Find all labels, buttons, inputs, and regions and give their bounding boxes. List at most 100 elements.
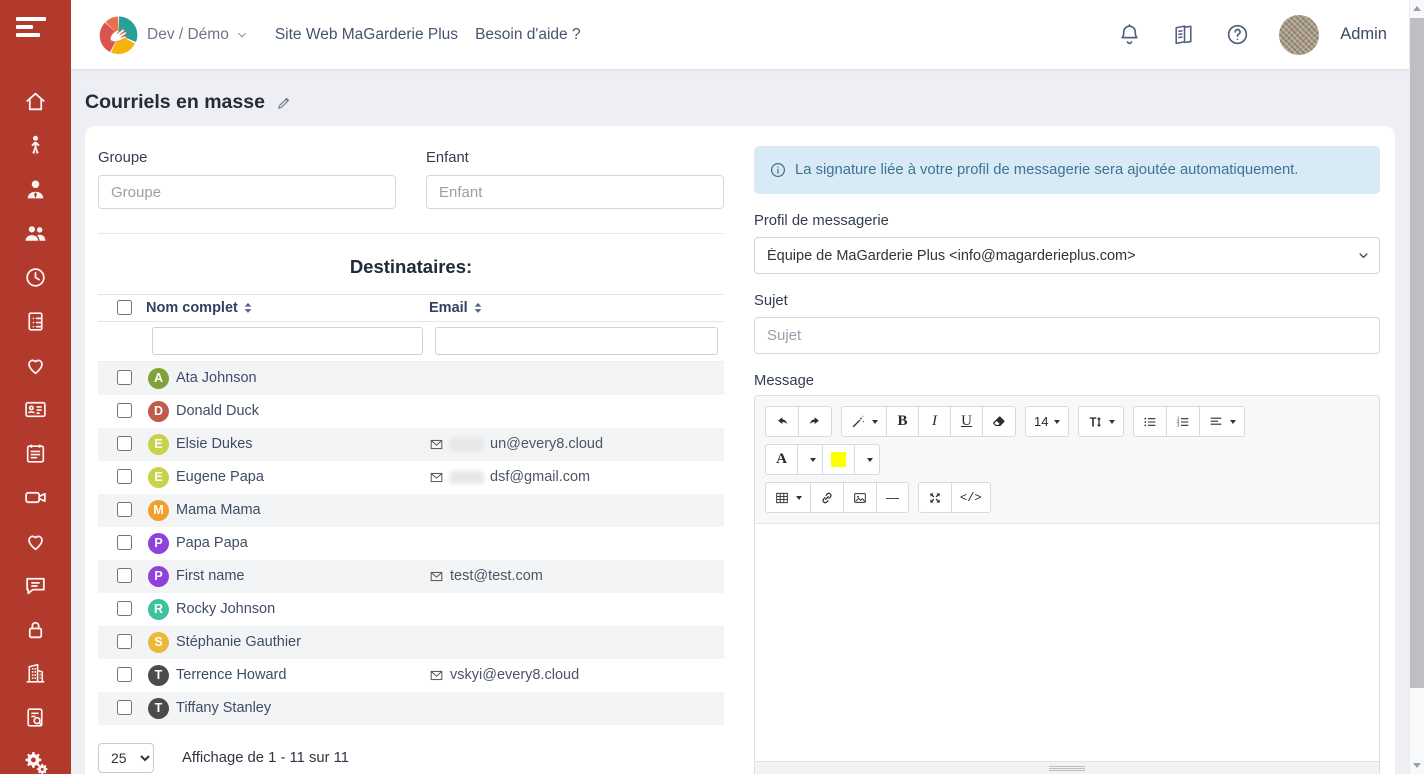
recipient-checkbox[interactable] [117, 568, 132, 583]
recipient-name: Stéphanie Gauthier [176, 634, 301, 650]
chevron-down-icon [235, 28, 249, 42]
sidebar-item-heart-2[interactable] [0, 519, 71, 563]
toolbar-group: — [765, 482, 909, 513]
recipient-checkbox[interactable] [117, 634, 132, 649]
horizontal-rule-button[interactable]: — [876, 482, 909, 513]
unordered-list-button[interactable] [1133, 406, 1167, 437]
sidebar-item-clipboard[interactable] [0, 431, 71, 475]
recipient-checkbox[interactable] [117, 502, 132, 517]
divider [98, 233, 724, 234]
sidebar-item-gears[interactable] [0, 739, 71, 774]
avatar: E [148, 467, 169, 488]
menu-icon [16, 17, 46, 21]
info-alert-text: La signature liée à votre profil de mess… [795, 162, 1298, 178]
highlight-color-button[interactable] [822, 444, 855, 475]
italic-button[interactable]: I [918, 406, 951, 437]
undo-button[interactable] [765, 406, 799, 437]
table-row: TTiffany Stanley [98, 692, 724, 725]
sidebar-item-building[interactable] [0, 651, 71, 695]
recipient-checkbox[interactable] [117, 469, 132, 484]
nav-link-help[interactable]: Besoin d'aide ? [475, 26, 581, 44]
sidebar-item-users[interactable] [0, 211, 71, 255]
notifications-bell-icon[interactable] [1117, 22, 1142, 47]
fullscreen-button[interactable] [918, 482, 952, 513]
scroll-up-arrow[interactable] [1410, 1, 1424, 16]
font-color-caret-button[interactable] [797, 444, 823, 475]
group-input[interactable] [98, 175, 396, 209]
environment-selector[interactable]: Dev / Démo [147, 26, 249, 44]
news-icon[interactable] [1171, 22, 1196, 47]
recipient-checkbox[interactable] [117, 667, 132, 682]
recipient-checkbox[interactable] [117, 403, 132, 418]
recipient-checkbox[interactable] [117, 370, 132, 385]
select-all-checkbox[interactable] [117, 300, 132, 315]
page-size-select[interactable]: 25 [98, 743, 154, 773]
user-avatar[interactable] [1279, 15, 1319, 55]
sidebar-item-home[interactable] [0, 79, 71, 123]
sidebar-item-report[interactable] [0, 695, 71, 739]
sidebar-item-person-tie[interactable] [0, 167, 71, 211]
page-title: Courriels en masse [85, 91, 265, 114]
magic-icon [850, 414, 866, 430]
email-filter-input[interactable] [435, 327, 718, 355]
highlight-color-caret-button[interactable] [854, 444, 880, 475]
sidebar-item-invoice[interactable] [0, 299, 71, 343]
avatar: E [148, 434, 169, 455]
profile-select[interactable]: Équipe de MaGarderie Plus <info@magarder… [754, 237, 1380, 274]
insert-table-button[interactable] [765, 482, 811, 513]
idcard-icon [23, 397, 48, 422]
nav-link-site-web[interactable]: Site Web MaGarderie Plus [275, 26, 458, 44]
recipient-checkbox[interactable] [117, 700, 132, 715]
sidebar-item-video[interactable] [0, 475, 71, 519]
toolbar-group: 123 [1133, 406, 1245, 437]
recipient-name: Ata Johnson [176, 370, 257, 386]
sidebar-item-id-card[interactable] [0, 387, 71, 431]
font-size-button[interactable]: 14 [1025, 406, 1069, 437]
style-button[interactable] [841, 406, 887, 437]
app-logo[interactable] [99, 15, 139, 55]
child-input[interactable] [426, 175, 724, 209]
toolbar-group: BIU [841, 406, 1016, 437]
scroll-down-arrow[interactable] [1410, 758, 1424, 773]
sidebar-item-clock[interactable] [0, 255, 71, 299]
invoice-icon [23, 309, 48, 334]
sidebar-item-lock[interactable] [0, 607, 71, 651]
scrollbar-thumb[interactable] [1410, 18, 1424, 688]
recipient-name: Mama Mama [176, 502, 261, 518]
scrollbar[interactable] [1409, 0, 1424, 774]
bold-button[interactable]: B [886, 406, 919, 437]
avatar: P [148, 566, 169, 587]
recipients-title: Destinataires: [98, 256, 724, 278]
sidebar-item-child[interactable] [0, 123, 71, 167]
line-height-button[interactable] [1078, 406, 1124, 437]
recipient-checkbox[interactable] [117, 436, 132, 451]
sidebar-item-heart[interactable] [0, 343, 71, 387]
resize-grip[interactable] [1049, 766, 1085, 771]
insert-picture-button[interactable] [843, 482, 877, 513]
sort-by-email[interactable]: Email [429, 300, 483, 316]
recipient-name: Terrence Howard [176, 667, 286, 683]
insert-link-button[interactable] [810, 482, 844, 513]
sidebar [0, 0, 71, 774]
code-view-button[interactable]: </> [951, 482, 991, 513]
sort-by-name[interactable]: Nom complet [146, 300, 253, 316]
paragraph-align-button[interactable] [1199, 406, 1245, 437]
sidebar-item-comment[interactable] [0, 563, 71, 607]
font-color-button[interactable]: A [765, 444, 798, 475]
name-filter-input[interactable] [152, 327, 424, 355]
underline-button[interactable]: U [950, 406, 983, 437]
menu-toggle-button[interactable] [16, 17, 46, 41]
recipient-name: Eugene Papa [176, 469, 264, 485]
editor-textarea[interactable] [755, 524, 1379, 761]
recipient-checkbox[interactable] [117, 601, 132, 616]
editor-toolbar: BIU 14 123 A — </> [755, 396, 1379, 524]
edit-title-pencil-icon[interactable] [275, 94, 293, 112]
subject-input[interactable] [754, 317, 1380, 354]
clear-format-button[interactable] [982, 406, 1016, 437]
recipient-checkbox[interactable] [117, 535, 132, 550]
email-column-label: Email [429, 300, 468, 316]
redo-button[interactable] [798, 406, 832, 437]
help-icon[interactable] [1225, 22, 1250, 47]
user-name[interactable]: Admin [1340, 25, 1387, 44]
ordered-list-button[interactable]: 123 [1166, 406, 1200, 437]
